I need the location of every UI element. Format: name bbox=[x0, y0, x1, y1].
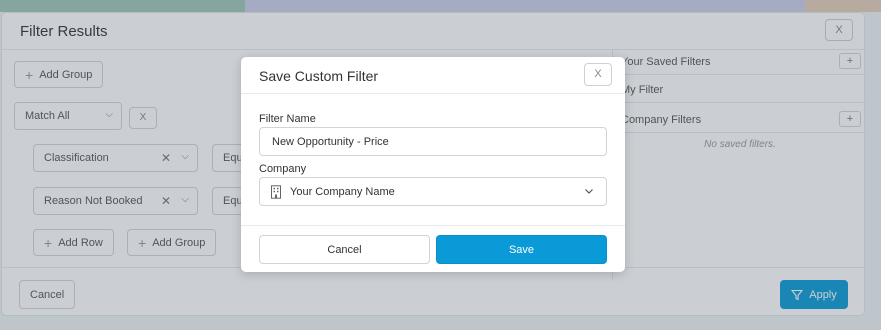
company-select[interactable]: Your Company Name bbox=[259, 177, 607, 206]
company-select-value: Your Company Name bbox=[290, 185, 395, 198]
save-custom-filter-dialog: Save Custom Filter X Filter Name Company… bbox=[241, 57, 625, 272]
cancel-button[interactable]: Cancel bbox=[259, 235, 430, 264]
dialog-close-button[interactable]: X bbox=[584, 63, 612, 86]
filter-name-label: Filter Name bbox=[259, 113, 316, 125]
chevron-down-icon bbox=[585, 189, 593, 194]
company-label: Company bbox=[259, 163, 307, 175]
dialog-footer: Cancel Save bbox=[241, 225, 625, 272]
save-button[interactable]: Save bbox=[436, 235, 607, 264]
dialog-header: Save Custom Filter X bbox=[241, 57, 625, 94]
dialog-title: Save Custom Filter bbox=[259, 68, 379, 84]
building-icon bbox=[271, 184, 281, 199]
filter-name-input[interactable] bbox=[259, 127, 607, 156]
